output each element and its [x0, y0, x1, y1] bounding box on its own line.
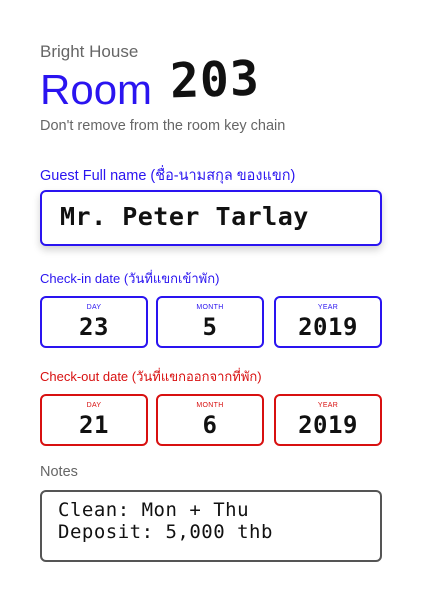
- checkin-year-field[interactable]: YEAR 2019: [274, 296, 382, 348]
- notes-line-2: Deposit: 5,000 thb: [58, 521, 273, 543]
- checkout-month-field[interactable]: MONTH 6: [156, 394, 264, 446]
- checkout-date-label: Check-out date (วันที่แขกออกจากที่พัก): [40, 369, 262, 384]
- brand-name: Bright House: [40, 42, 139, 61]
- room-number: 203: [169, 50, 261, 110]
- checkin-month-caption: MONTH: [196, 304, 224, 311]
- checkin-year-caption: YEAR: [317, 304, 339, 311]
- checkin-day-field[interactable]: DAY 23: [40, 296, 148, 348]
- checkout-month-caption: MONTH: [196, 402, 224, 409]
- notes-label: Notes: [40, 464, 78, 480]
- checkout-day-value: 21: [79, 411, 109, 439]
- guest-name-label: Guest Full name (ชื่อ-นามสกุล ของแขก): [40, 168, 296, 184]
- checkout-day-field[interactable]: DAY 21: [40, 394, 148, 446]
- checkin-month-field[interactable]: MONTH 5: [156, 296, 264, 348]
- checkin-month-value: 5: [202, 313, 218, 341]
- checkout-month-value: 6: [202, 411, 218, 439]
- room-label: Room: [40, 66, 153, 113]
- checkin-day-value: 23: [79, 313, 109, 341]
- checkout-day-caption: DAY: [86, 402, 102, 409]
- guest-name-value: Mr. Peter Tarlay: [60, 202, 309, 231]
- checkout-year-field[interactable]: YEAR 2019: [274, 394, 382, 446]
- notes-line-1: Clean: Mon + Thu: [58, 499, 250, 521]
- checkout-year-value: 2019: [298, 411, 358, 439]
- checkin-day-caption: DAY: [86, 304, 102, 311]
- subtitle: Don't remove from the room key chain: [40, 118, 286, 134]
- checkin-year-value: 2019: [298, 313, 358, 341]
- checkin-date-label: Check-in date (วันที่แขกเข้าพัก): [40, 271, 220, 286]
- checkout-year-caption: YEAR: [317, 402, 339, 409]
